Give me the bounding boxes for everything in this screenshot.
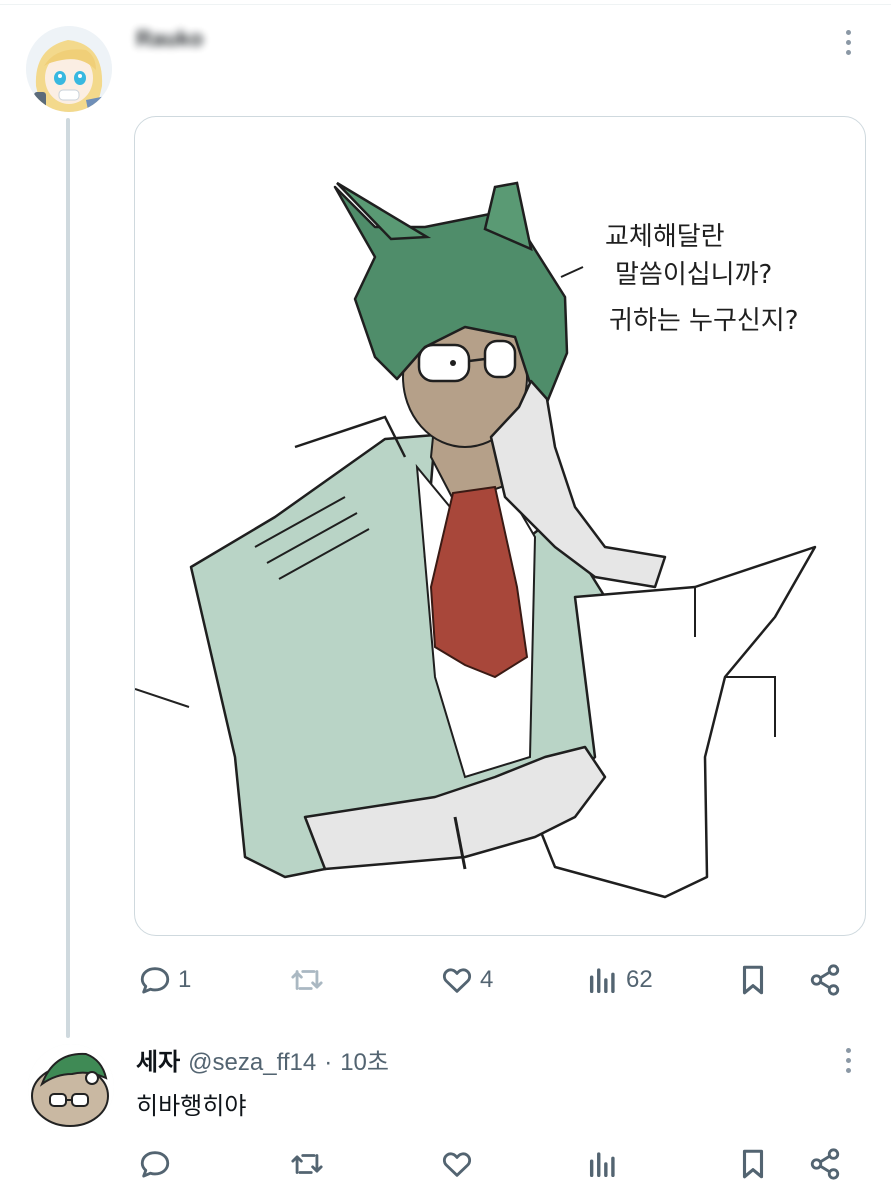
retweet-button[interactable]: [288, 958, 326, 1002]
bar-chart-icon: [589, 968, 615, 994]
like-button[interactable]: 4: [440, 958, 493, 1002]
tweet-media-image[interactable]: 교체해달란 말씀이십니까? 귀하는 누구신지?: [134, 116, 866, 936]
reply-body: 히바행히야: [136, 1093, 247, 1120]
meta-separator: ·: [324, 1049, 333, 1076]
heart-icon: [442, 968, 472, 993]
share-icon: [810, 1148, 840, 1180]
reply-header: 세자 @seza_ff14 · 10초: [136, 1042, 389, 1076]
author-avatar[interactable]: [26, 26, 112, 112]
reply-count: 1: [178, 966, 192, 993]
avatar-illustration: [28, 1044, 114, 1130]
retweet-icon: [291, 1154, 323, 1174]
reply-author-name[interactable]: 세자: [136, 1042, 180, 1077]
retweet-icon: [291, 970, 323, 990]
share-icon: [810, 964, 840, 996]
view-count: 62: [626, 966, 653, 993]
retweet-button[interactable]: [288, 1142, 326, 1186]
reply-button[interactable]: 1: [138, 958, 191, 1002]
bar-chart-icon: [589, 1152, 615, 1178]
more-options-icon[interactable]: [836, 24, 860, 60]
reply-avatar[interactable]: [28, 1044, 114, 1130]
speech-bubble-icon: [140, 1151, 170, 1178]
author-name[interactable]: Rauko: [136, 26, 203, 52]
thread-connector: [66, 118, 70, 1038]
reply-button[interactable]: [138, 1142, 172, 1186]
illustration: 교체해달란 말씀이십니까? 귀하는 누구신지?: [135, 181, 817, 899]
top-divider: [0, 4, 891, 5]
views-button[interactable]: [586, 1142, 620, 1186]
bookmark-icon: [742, 965, 764, 995]
tweet-actions: 1 4 62: [134, 958, 854, 1002]
views-button[interactable]: 62: [586, 958, 653, 1002]
share-button[interactable]: [808, 958, 842, 1002]
bookmark-button[interactable]: [736, 958, 770, 1002]
speech-line-3: 귀하는 누구신지?: [609, 306, 799, 336]
bookmark-icon: [742, 1149, 764, 1179]
heart-icon: [442, 1152, 472, 1177]
speech-bubble-icon: [140, 967, 170, 994]
more-options-icon[interactable]: [836, 1042, 860, 1078]
reply-actions: [134, 1142, 854, 1186]
speech-line-1: 교체해달란: [605, 222, 725, 252]
reply-timestamp[interactable]: 10초: [340, 1042, 389, 1077]
like-count: 4: [480, 966, 494, 993]
bookmark-button[interactable]: [736, 1142, 770, 1186]
like-button[interactable]: [440, 1142, 474, 1186]
reply-author-handle[interactable]: @seza_ff14: [188, 1049, 316, 1077]
tweet-header: Rauko: [136, 24, 736, 54]
share-button[interactable]: [808, 1142, 842, 1186]
avatar-illustration: [26, 26, 112, 112]
speech-line-2: 말씀이십니까?: [615, 260, 772, 290]
